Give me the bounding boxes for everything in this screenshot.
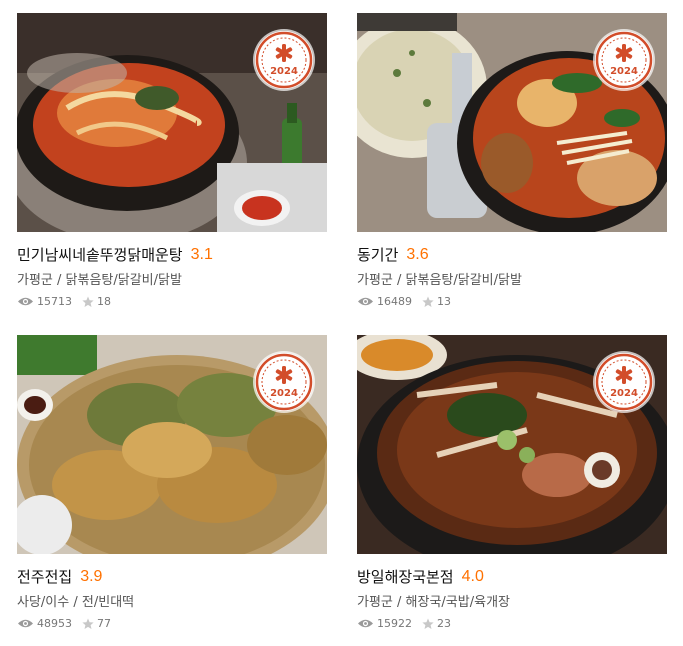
star-icon xyxy=(82,618,94,629)
meta-separator: / xyxy=(73,595,82,610)
restaurant-card[interactable]: 2024 민기남씨네솥뚜껑닭매운탕 3.1 가평군 / 닭볶음탕/닭갈비/닭발 1… xyxy=(17,13,327,308)
eye-icon xyxy=(358,297,373,306)
eye-icon xyxy=(18,619,33,628)
meta-separator: / xyxy=(397,595,406,610)
restaurant-photo[interactable]: 2024 xyxy=(17,13,327,232)
restaurant-region: 가평군 xyxy=(357,595,393,610)
award-badge: 2024 xyxy=(255,353,313,411)
like-count: 18 xyxy=(82,295,111,308)
eye-icon xyxy=(358,619,373,628)
view-count: 15713 xyxy=(17,295,72,308)
badge-year: 2024 xyxy=(610,66,638,77)
view-count: 15922 xyxy=(357,617,412,630)
star-icon xyxy=(422,296,434,307)
restaurant-stats: 15713 18 xyxy=(17,295,327,308)
award-badge-icon xyxy=(255,353,313,411)
restaurant-category: 해장국/국밥/육개장 xyxy=(405,595,510,610)
restaurant-meta: 가평군 / 닭볶음탕/닭갈비/닭발 xyxy=(357,269,667,288)
restaurant-meta: 사당/이수 / 전/빈대떡 xyxy=(17,591,327,610)
star-icon xyxy=(422,618,434,629)
like-count: 23 xyxy=(422,617,451,630)
restaurant-name[interactable]: 전주전집 xyxy=(17,568,72,586)
restaurant-name[interactable]: 동기간 xyxy=(357,246,398,264)
restaurant-meta: 가평군 / 닭볶음탕/닭갈비/닭발 xyxy=(17,269,327,288)
restaurant-rating: 3.6 xyxy=(406,245,429,263)
award-badge-icon xyxy=(595,31,653,89)
restaurant-rating: 3.1 xyxy=(190,245,213,263)
restaurant-grid: 2024 민기남씨네솥뚜껑닭매운탕 3.1 가평군 / 닭볶음탕/닭갈비/닭발 1… xyxy=(0,0,683,646)
star-icon xyxy=(82,296,94,307)
restaurant-meta: 가평군 / 해장국/국밥/육개장 xyxy=(357,591,667,610)
restaurant-card[interactable]: 2024 전주전집 3.9 사당/이수 / 전/빈대떡 48953 77 xyxy=(17,335,327,630)
restaurant-rating: 4.0 xyxy=(461,567,484,585)
restaurant-category: 닭볶음탕/닭갈비/닭발 xyxy=(65,273,182,288)
restaurant-category: 닭볶음탕/닭갈비/닭발 xyxy=(405,273,522,288)
badge-year: 2024 xyxy=(610,388,638,399)
award-badge-icon xyxy=(595,353,653,411)
restaurant-stats: 15922 23 xyxy=(357,617,667,630)
view-count: 16489 xyxy=(357,295,412,308)
restaurant-region: 사당/이수 xyxy=(17,595,70,610)
award-badge: 2024 xyxy=(595,353,653,411)
restaurant-photo[interactable]: 2024 xyxy=(357,335,667,554)
restaurant-name[interactable]: 민기남씨네솥뚜껑닭매운탕 xyxy=(17,246,183,264)
restaurant-photo[interactable]: 2024 xyxy=(17,335,327,554)
view-count: 48953 xyxy=(17,617,72,630)
restaurant-card[interactable]: 2024 방일해장국본점 4.0 가평군 / 해장국/국밥/육개장 15922 xyxy=(357,335,667,630)
restaurant-name[interactable]: 방일해장국본점 xyxy=(357,568,454,586)
restaurant-region: 가평군 xyxy=(357,273,393,288)
meta-separator: / xyxy=(57,273,66,288)
award-badge: 2024 xyxy=(595,31,653,89)
restaurant-card[interactable]: 2024 동기간 3.6 가평군 / 닭볶음탕/닭갈비/닭발 16489 13 xyxy=(357,13,667,308)
badge-year: 2024 xyxy=(270,66,298,77)
restaurant-rating: 3.9 xyxy=(80,567,103,585)
restaurant-photo[interactable]: 2024 xyxy=(357,13,667,232)
like-count: 77 xyxy=(82,617,111,630)
like-count: 13 xyxy=(422,295,451,308)
award-badge: 2024 xyxy=(255,31,313,89)
badge-year: 2024 xyxy=(270,388,298,399)
restaurant-stats: 16489 13 xyxy=(357,295,667,308)
eye-icon xyxy=(18,297,33,306)
meta-separator: / xyxy=(397,273,406,288)
restaurant-category: 전/빈대떡 xyxy=(81,595,135,610)
restaurant-region: 가평군 xyxy=(17,273,53,288)
restaurant-stats: 48953 77 xyxy=(17,617,327,630)
award-badge-icon xyxy=(255,31,313,89)
